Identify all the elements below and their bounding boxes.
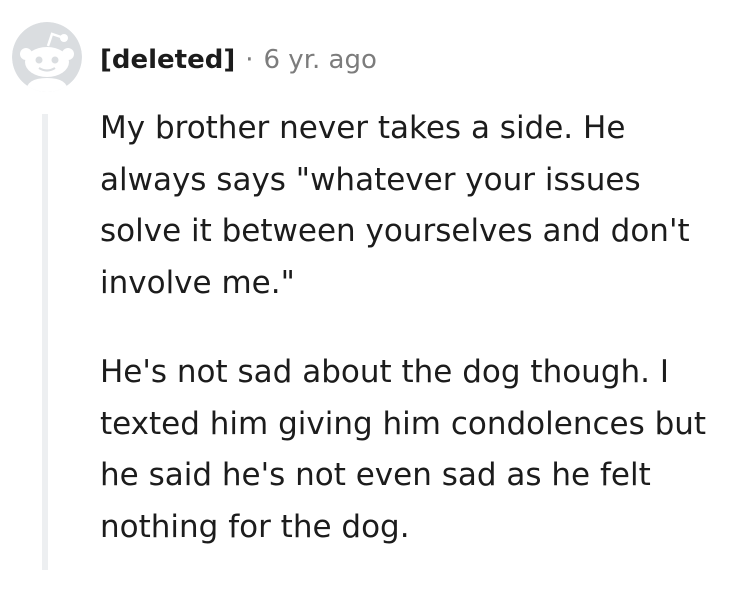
meta-separator: · xyxy=(245,45,254,75)
avatar[interactable] xyxy=(12,22,82,92)
snoo-avatar-icon xyxy=(12,22,82,92)
author-name[interactable]: [deleted] xyxy=(100,45,235,75)
comment-meta: [deleted] · 6 yr. ago xyxy=(100,42,377,78)
thread-collapse-line[interactable] xyxy=(42,114,48,570)
comment-body: My brother never takes a side. He always… xyxy=(100,103,730,591)
comment: [deleted] · 6 yr. ago My brother never t… xyxy=(0,0,736,570)
comment-paragraph-1: My brother never takes a side. He always… xyxy=(100,110,690,301)
comment-paragraph-2: He's not sad about the dog though. I tex… xyxy=(100,354,707,545)
comment-timestamp[interactable]: 6 yr. ago xyxy=(264,45,377,75)
